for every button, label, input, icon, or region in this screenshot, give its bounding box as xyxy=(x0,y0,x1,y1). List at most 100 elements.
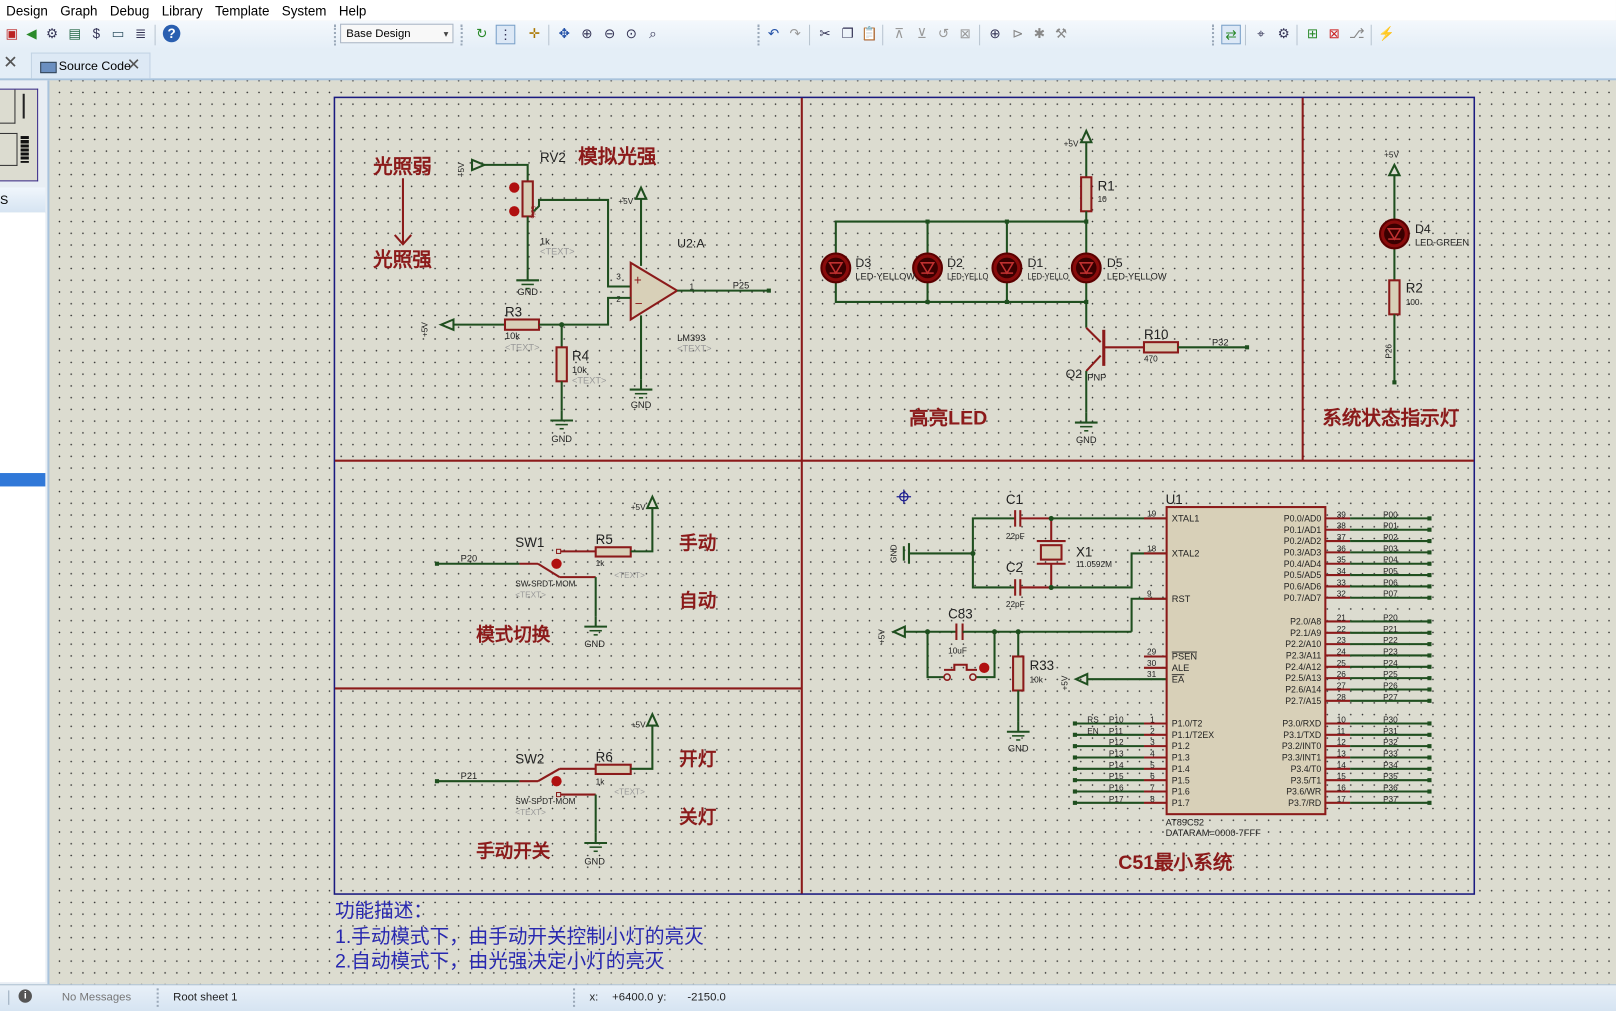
svg-text:P26: P26 xyxy=(1384,344,1393,359)
u1-pin-number: 2 xyxy=(1150,727,1155,736)
u1-pin-name: P1.3 xyxy=(1172,753,1190,763)
reset-press-button[interactable] xyxy=(979,662,990,673)
svg-text:SW1: SW1 xyxy=(515,535,544,550)
svg-text:470: 470 xyxy=(1144,355,1158,364)
u1-pin-name: P2.5/A13 xyxy=(1285,673,1321,683)
svg-text:P21: P21 xyxy=(461,771,478,781)
u1-pin-number: 7 xyxy=(1150,783,1155,792)
svg-text:10k: 10k xyxy=(572,365,587,375)
net-label: P00 xyxy=(1383,510,1398,519)
u1-pin-name: EA xyxy=(1172,674,1185,684)
x1-body xyxy=(1039,544,1063,561)
svg-text:1k: 1k xyxy=(596,777,606,786)
net-terminal xyxy=(1072,732,1077,737)
rv2-value: 1k xyxy=(540,236,550,246)
svg-text:R2: R2 xyxy=(1406,281,1423,296)
u1-pin-name: P1.6 xyxy=(1172,787,1190,797)
rv2-ref: RV2 xyxy=(540,150,566,165)
power-label: +5V xyxy=(457,162,466,177)
u1-pin-name: P3.2/INT0 xyxy=(1282,741,1322,751)
label-light-on: 开灯 xyxy=(679,749,717,770)
net-terminal xyxy=(1427,653,1432,658)
u1-pin-number: 30 xyxy=(1147,659,1157,668)
net-alias: EN xyxy=(1087,727,1098,736)
svg-text:GND: GND xyxy=(584,639,605,649)
rv2-increase-button[interactable] xyxy=(509,182,520,193)
u1-pin-number: 1 xyxy=(1150,715,1155,724)
svg-text:1k: 1k xyxy=(596,559,606,568)
u1-pin-number: 5 xyxy=(1150,761,1155,770)
u1-pin-name: P1.1/T2EX xyxy=(1172,730,1214,740)
svg-text:LED-YELLOW: LED-YELLOW xyxy=(1107,271,1167,281)
net-terminal xyxy=(1072,778,1077,783)
u1-pin-number: 29 xyxy=(1147,647,1157,656)
description-line-2: 2.自动模式下，由光强决定小灯的亮灭 xyxy=(335,951,665,973)
net-label: P02 xyxy=(1383,533,1398,542)
net-label: P05 xyxy=(1383,567,1398,576)
info-icon[interactable]: i xyxy=(18,989,32,1003)
label-weak-light: 光照弱 xyxy=(372,155,432,178)
svg-text:10uF: 10uF xyxy=(948,646,967,655)
u1-pin-name: P1.7 xyxy=(1172,798,1190,808)
svg-text:<TEXT>: <TEXT> xyxy=(614,788,645,797)
led-d1 xyxy=(991,252,1023,284)
svg-text:GND: GND xyxy=(551,434,572,444)
net-terminal xyxy=(1427,642,1432,647)
r4-body xyxy=(555,346,568,383)
svg-text:GND: GND xyxy=(1076,435,1097,445)
net-label: P11 xyxy=(1109,727,1123,736)
u1-pin-number: 9 xyxy=(1147,590,1152,599)
net-terminal xyxy=(1427,630,1432,635)
coord-y-value: -2150.0 xyxy=(687,991,726,1004)
net-terminal xyxy=(1427,721,1432,726)
svg-text:<TEXT>: <TEXT> xyxy=(572,375,607,385)
svg-text:D4: D4 xyxy=(1415,222,1431,236)
status-sheet: Root sheet 1 xyxy=(173,991,238,1004)
net-terminal xyxy=(1427,561,1432,566)
net-label: P26 xyxy=(1383,681,1398,690)
net-terminal xyxy=(1427,619,1432,624)
u1-pin-number: 13 xyxy=(1337,749,1347,758)
net-terminal xyxy=(1427,744,1432,749)
label-strong-light: 光照强 xyxy=(372,248,432,271)
net-terminal xyxy=(1427,778,1432,783)
net-label: P36 xyxy=(1383,783,1398,792)
u1-pin-name: P0.0/AD0 xyxy=(1284,513,1322,523)
net-terminal xyxy=(1427,664,1432,669)
net-label: P22 xyxy=(1383,636,1398,645)
sw1-toggle-button[interactable] xyxy=(551,558,562,569)
net-label: P15 xyxy=(1109,772,1124,781)
svg-text:GND: GND xyxy=(1008,743,1029,753)
svg-text:+: + xyxy=(634,272,642,287)
u1-pin-number: 15 xyxy=(1337,772,1347,781)
u1-pin-number: 38 xyxy=(1337,522,1347,531)
net-terminal xyxy=(1427,698,1432,703)
svg-text:22pF: 22pF xyxy=(1006,532,1025,541)
net-label: P03 xyxy=(1383,544,1398,553)
description-heading: 功能描述： xyxy=(335,900,433,922)
u1-pin-number: 35 xyxy=(1337,556,1347,565)
net-label: P30 xyxy=(1383,715,1398,724)
rv2-decrease-button[interactable] xyxy=(509,206,520,217)
u1-pin-number: 10 xyxy=(1337,715,1347,724)
svg-text:P20: P20 xyxy=(461,554,478,564)
description-block: 功能描述： 1.手动模式下，由手动开关控制小灯的亮灭 2.自动模式下，由光强决定… xyxy=(335,900,704,972)
svg-text:R4: R4 xyxy=(572,349,590,364)
svg-text:<TEXT>: <TEXT> xyxy=(505,342,540,352)
u1-pin-name: P3.4/T0 xyxy=(1291,764,1322,774)
svg-text:LED-YELLO: LED-YELLO xyxy=(947,271,988,281)
status-messages[interactable]: No Messages xyxy=(62,991,131,1003)
u1-pin-number: 17 xyxy=(1337,795,1347,804)
u1-pin-name: P2.7/A15 xyxy=(1285,696,1321,706)
u1-pin-number: 39 xyxy=(1337,510,1347,519)
u1-pin-number: 4 xyxy=(1150,749,1155,758)
net-label: P07 xyxy=(1383,590,1398,599)
svg-text:C1: C1 xyxy=(1006,492,1023,507)
u1-pin-name: P3.3/INT1 xyxy=(1282,753,1322,763)
sw2-toggle-button[interactable] xyxy=(551,776,562,787)
u1-pin-name: P2.4/A12 xyxy=(1285,662,1321,672)
u1-pin-number: 28 xyxy=(1337,693,1347,702)
svg-text:<TEXT>: <TEXT> xyxy=(614,571,645,580)
reset-button[interactable] xyxy=(944,663,978,671)
block-title-mode-switch: 模式切换 xyxy=(476,624,551,645)
